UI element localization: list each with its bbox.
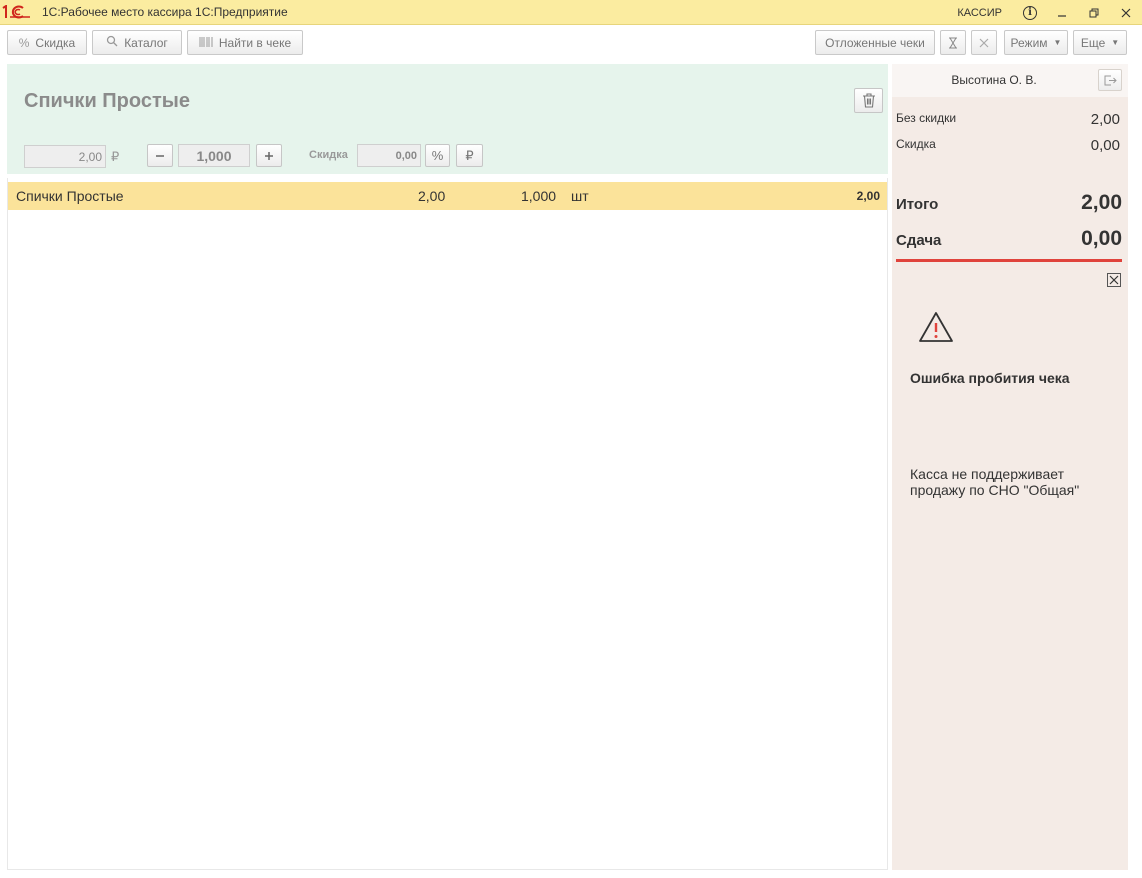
search-icon	[106, 35, 118, 50]
summary-panel: Высотина О. В. Без скидки 2,00 Скидка 0,…	[892, 64, 1128, 870]
cashier-name: Высотина О. В.	[951, 73, 1037, 87]
restore-icon[interactable]	[1078, 0, 1110, 25]
no-discount-label: Без скидки	[896, 111, 957, 125]
hourglass-button[interactable]	[940, 30, 966, 55]
catalog-button-label: Каталог	[124, 35, 168, 50]
quantity-field[interactable]: 1,000	[178, 144, 250, 167]
no-discount-value: 2,00	[1090, 111, 1120, 128]
warning-icon	[918, 311, 954, 346]
window-title: 1С:Рабочее место кассира 1С:Предприятие	[42, 5, 288, 19]
cashier-box: Высотина О. В.	[892, 64, 1128, 97]
minimize-icon[interactable]	[1046, 0, 1078, 25]
percent-icon: %	[18, 35, 30, 50]
close-icon	[979, 38, 989, 47]
item-name: Спички Простые	[24, 90, 190, 112]
hourglass-icon	[949, 37, 957, 48]
plus-icon	[265, 151, 273, 160]
price-field[interactable]: 2,00	[24, 145, 106, 168]
more-button[interactable]: Еще ▼	[1073, 30, 1127, 55]
close-icon	[1109, 275, 1119, 285]
percent-icon: %	[431, 148, 444, 163]
current-user[interactable]: КАССИР	[957, 7, 1002, 19]
discount-percent-button[interactable]: %	[425, 144, 450, 167]
row-unit: шт	[571, 188, 589, 204]
catalog-button[interactable]: Каталог	[92, 30, 182, 55]
change-row: Сдача 0,00	[896, 227, 1122, 251]
row-sum: 2,00	[856, 189, 880, 203]
total-row: Итого 2,00	[896, 191, 1122, 215]
table-row[interactable]: Спички Простые 2,00 1,000 шт 2,00	[8, 182, 887, 210]
chevron-down-icon: ▼	[1111, 38, 1120, 47]
title-bar: 1С:Рабочее место кассира 1С:Предприятие …	[0, 0, 1142, 25]
1c-logo-icon[interactable]	[0, 0, 32, 25]
total-label: Итого	[896, 196, 939, 213]
logout-button[interactable]	[1098, 69, 1122, 91]
item-discount-label: Скидка	[309, 149, 348, 161]
decrease-quantity-button[interactable]	[147, 144, 173, 167]
receipt-lines-table: Спички Простые 2,00 1,000 шт 2,00	[7, 178, 888, 870]
find-in-receipt-label: Найти в чеке	[218, 35, 292, 50]
find-in-receipt-button[interactable]: Найти в чеке	[187, 30, 303, 55]
minus-icon	[156, 154, 164, 157]
cancel-receipt-button[interactable]	[971, 30, 997, 55]
mode-label: Режим	[1010, 35, 1048, 50]
more-label: Еще	[1080, 35, 1106, 50]
info-icon[interactable]: i	[1014, 0, 1046, 25]
discount-value: 0,00	[1090, 137, 1120, 154]
trash-icon	[862, 93, 875, 108]
error-title: Ошибка пробития чека	[910, 370, 1070, 386]
row-name: Спички Простые	[16, 188, 124, 204]
deferred-receipts-button[interactable]: Отложенные чеки	[815, 30, 935, 55]
current-item-panel: Спички Простые 2,00 ₽ 1,000 Скидка 0,00 …	[7, 64, 888, 174]
logout-icon	[1104, 75, 1117, 85]
item-discount-field[interactable]: 0,00	[357, 144, 421, 167]
ruble-icon: ₽	[465, 147, 474, 163]
error-divider	[896, 259, 1122, 262]
discount-row: Скидка 0,00	[896, 137, 1122, 154]
discount-button-label: Скидка	[35, 35, 76, 50]
discount-button[interactable]: % Скидка	[7, 30, 87, 55]
close-error-button[interactable]	[1107, 273, 1121, 287]
row-price: 2,00	[418, 188, 446, 204]
barcode-icon	[199, 36, 213, 50]
discount-label: Скидка	[896, 137, 936, 151]
change-value: 0,00	[1081, 227, 1122, 250]
mode-button[interactable]: Режим ▼	[1004, 30, 1068, 55]
delete-item-button[interactable]	[854, 88, 883, 113]
no-discount-row: Без скидки 2,00	[896, 111, 1122, 128]
error-message: Касса не поддерживает продажу по СНО "Об…	[910, 466, 1080, 498]
discount-amount-button[interactable]: ₽	[456, 144, 483, 167]
increase-quantity-button[interactable]	[256, 144, 282, 167]
total-value: 2,00	[1081, 191, 1122, 214]
toolbar: % Скидка Каталог Найти в чеке Отложенные…	[0, 30, 1142, 56]
deferred-receipts-label: Отложенные чеки	[825, 35, 925, 50]
row-quantity: 1,000	[521, 188, 557, 204]
currency-symbol: ₽	[111, 149, 120, 164]
change-label: Сдача	[896, 232, 942, 249]
close-window-icon[interactable]	[1110, 0, 1142, 25]
chevron-down-icon: ▼	[1053, 38, 1062, 47]
